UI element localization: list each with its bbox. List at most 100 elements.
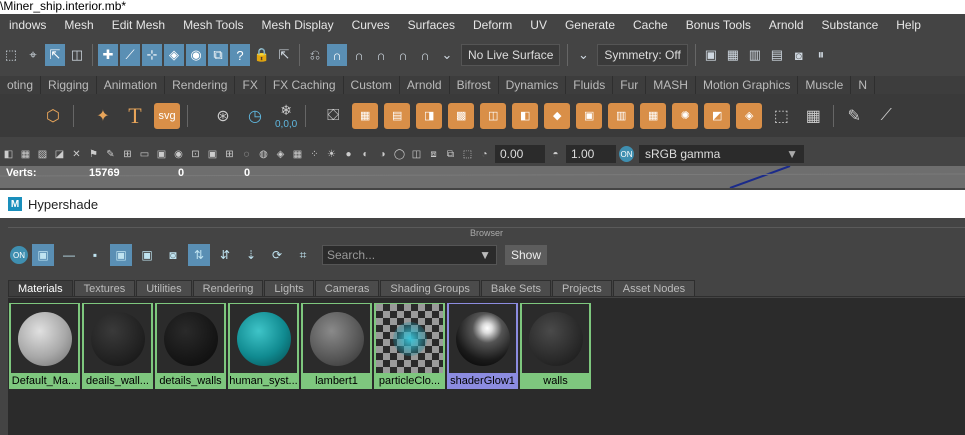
menu-mesh-display[interactable]: Mesh Display	[253, 18, 343, 32]
help-icon[interactable]: ?	[230, 44, 250, 66]
text-icon[interactable]: T	[122, 103, 148, 129]
grid-icon[interactable]: ▦	[352, 102, 379, 129]
material-swatch[interactable]: deails_wall...	[82, 303, 153, 389]
chevron-down-icon[interactable]: ⌄	[573, 44, 593, 66]
lock-icon[interactable]: 🔒	[252, 44, 272, 66]
star-icon[interactable]: ✦	[90, 103, 116, 129]
box-icon[interactable]: ▣	[576, 102, 603, 129]
motion-blur-icon[interactable]: ◐	[358, 146, 373, 162]
shelf-tab-motion-graphics[interactable]: Motion Graphics	[696, 76, 799, 94]
large-swatch-icon[interactable]: ▣	[136, 244, 158, 266]
xlarge-swatch-icon[interactable]: ◙	[162, 244, 184, 266]
tab-shading-groups[interactable]: Shading Groups	[380, 280, 480, 296]
shelf-tab-n[interactable]: N	[851, 76, 876, 94]
shaded-icon[interactable]: ◈	[273, 146, 288, 162]
snap-live-icon[interactable]: ∩	[415, 44, 435, 66]
brush-icon[interactable]: ⟋	[873, 103, 899, 129]
textured-icon[interactable]: ▦	[290, 146, 305, 162]
shelf-tab-custom[interactable]: Custom	[344, 76, 400, 94]
search-input[interactable]: Search... ▼	[322, 245, 497, 265]
render-settings-icon[interactable]: ▤	[767, 44, 787, 66]
color-management-icon[interactable]: ON	[619, 146, 634, 162]
resolution-gate-icon[interactable]: ▭	[137, 146, 152, 162]
lights-icon[interactable]: ⁘	[307, 146, 322, 162]
shelf-tab-bifrost[interactable]: Bifrost	[450, 76, 499, 94]
tab-lights[interactable]: Lights	[264, 280, 314, 296]
shelf-tab-fx-caching[interactable]: FX Caching	[266, 76, 344, 94]
diamond-icon[interactable]: ◈	[736, 102, 763, 129]
menu-arnold[interactable]: Arnold	[760, 18, 813, 32]
camera-icon[interactable]: ▦	[18, 146, 33, 162]
menu-deform[interactable]: Deform	[464, 18, 521, 32]
shelf-tab-mash[interactable]: MASH	[646, 76, 696, 94]
history-icon[interactable]: ⎌	[305, 44, 325, 66]
sort-type-icon[interactable]: ⇵	[214, 244, 236, 266]
ipr-icon[interactable]: ▥	[745, 44, 765, 66]
symmetry-dropdown[interactable]: Symmetry: Off	[597, 44, 688, 66]
colorspace-dropdown[interactable]: sRGB gamma ▼	[639, 145, 804, 163]
wrench-icon[interactable]: ✕	[69, 146, 84, 162]
medium-swatch-icon[interactable]: ▣	[110, 244, 132, 266]
select-object-icon[interactable]: ◫	[67, 44, 87, 66]
material-swatch[interactable]: human_syst...	[228, 303, 299, 389]
tile-icon[interactable]: ▩	[448, 102, 475, 129]
gamma-field[interactable]: 1.00	[566, 145, 616, 163]
menu-generate[interactable]: Generate	[556, 18, 624, 32]
bounding-box-icon[interactable]: ⬚	[768, 103, 794, 129]
isolate-select-icon[interactable]: ◫	[409, 146, 424, 162]
select-mode-icon[interactable]: ⬚	[1, 44, 21, 66]
menu-windows[interactable]: indows	[0, 18, 55, 32]
swatch-view-icon[interactable]: ▣	[32, 244, 54, 266]
blocks-icon[interactable]: ▤	[384, 102, 411, 129]
triangle-icon[interactable]: ◩	[704, 102, 731, 129]
lasso-icon[interactable]: ⌖	[23, 44, 43, 66]
material-swatch[interactable]: walls	[520, 303, 591, 389]
tab-utilities[interactable]: Utilities	[136, 280, 192, 296]
exposure-field[interactable]: 0.00	[495, 145, 545, 163]
clock-icon[interactable]: ◷	[242, 103, 268, 129]
cube-icon[interactable]: ◆	[544, 102, 571, 129]
mosaic-icon[interactable]: ◫	[480, 102, 507, 129]
material-swatch[interactable]: lambert1	[301, 303, 372, 389]
pause-icon[interactable]: ⏸	[811, 44, 831, 66]
menu-curves[interactable]: Curves	[343, 18, 399, 32]
shelf-tab-fluids[interactable]: Fluids	[566, 76, 614, 94]
menu-bonus-tools[interactable]: Bonus Tools	[677, 18, 760, 32]
snap-curve-icon[interactable]: ⟋	[120, 44, 140, 66]
color-management-icon[interactable]: ON	[10, 246, 28, 264]
snap-surface-icon[interactable]: ◉	[186, 44, 206, 66]
image-plane-icon[interactable]: ◪	[52, 146, 67, 162]
wireframe-icon[interactable]: ◌	[239, 146, 254, 162]
shelf-tab-rendering[interactable]: Rendering	[165, 76, 236, 94]
grease-pencil-icon[interactable]: ✎	[103, 146, 118, 162]
cube-cut-icon[interactable]: ◨	[416, 102, 443, 129]
paint-select-icon[interactable]: ⇱	[45, 44, 65, 66]
gate-mask-icon[interactable]: ▣	[154, 146, 169, 162]
select-arrow-icon[interactable]: ⇱	[274, 44, 294, 66]
menu-edit-mesh[interactable]: Edit Mesh	[103, 18, 174, 32]
shelf-tab-fur[interactable]: Fur	[613, 76, 647, 94]
menu-cache[interactable]: Cache	[624, 18, 677, 32]
material-swatch[interactable]: Default_Ma...	[9, 303, 80, 389]
menu-mesh[interactable]: Mesh	[55, 18, 102, 32]
small-swatch-icon[interactable]: ▪	[84, 244, 106, 266]
sort-alpha-icon[interactable]: ⇅	[188, 244, 210, 266]
safe-action-icon[interactable]: ⊡	[188, 146, 203, 162]
material-swatch[interactable]: details_walls	[155, 303, 226, 389]
menu-surfaces[interactable]: Surfaces	[399, 18, 464, 32]
hypershade-icon[interactable]: ◙	[789, 44, 809, 66]
menu-help[interactable]: Help	[887, 18, 930, 32]
xray-icon[interactable]: ⧈	[426, 146, 441, 162]
select-camera-icon[interactable]: ◧	[1, 146, 16, 162]
material-swatch-selected[interactable]: shaderGlow1	[447, 303, 518, 389]
show-button[interactable]: Show	[505, 245, 548, 265]
tab-cameras[interactable]: Cameras	[314, 280, 380, 296]
xray-joints-icon[interactable]: ⧉	[443, 146, 458, 162]
shelf-tab-muscle[interactable]: Muscle	[798, 76, 852, 94]
snap-together-icon[interactable]: ⊛	[210, 103, 236, 129]
grid-toggle-icon[interactable]: ⊞	[222, 146, 237, 162]
ambient-occlusion-icon[interactable]: ●	[341, 146, 356, 162]
film-gate-icon[interactable]: ⊞	[120, 146, 135, 162]
flag-icon[interactable]: ⚑	[86, 146, 101, 162]
snap-magnet-icon[interactable]: ∩	[349, 44, 369, 66]
